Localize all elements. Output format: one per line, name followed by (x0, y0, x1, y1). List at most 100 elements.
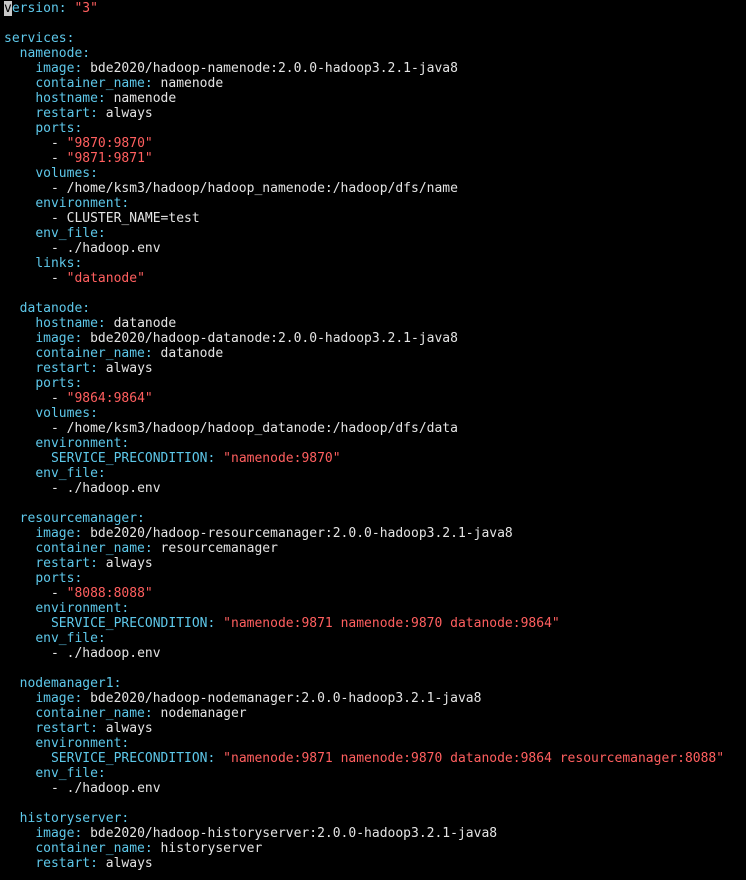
code-line[interactable]: - ./hadoop.env (4, 481, 746, 496)
yaml-key: volumes: (35, 406, 98, 421)
yaml-value (215, 616, 223, 631)
list-dash: - (50, 391, 67, 406)
code-line[interactable]: container_name: historyserver (4, 841, 746, 856)
code-line[interactable]: container_name: resourcemanager (4, 541, 746, 556)
yaml-string: "8088:8088" (66, 586, 153, 601)
list-dash: - (50, 421, 67, 436)
code-line[interactable]: image: bde2020/hadoop-namenode:2.0.0-had… (4, 61, 746, 76)
code-line[interactable]: volumes: (4, 406, 746, 421)
yaml-key: container_name: (35, 541, 153, 556)
yaml-string: "namenode:9871 namenode:9870 datanode:98… (223, 751, 725, 766)
code-line[interactable]: image: bde2020/hadoop-resourcemanager:2.… (4, 526, 746, 541)
yaml-key: container_name: (35, 346, 153, 361)
code-line[interactable] (4, 796, 746, 811)
list-dash: - (50, 586, 67, 601)
code-line[interactable]: - /home/ksm3/hadoop/hadoop_datanode:/had… (4, 421, 746, 436)
yaml-string: "datanode" (66, 271, 145, 286)
code-line[interactable] (4, 16, 746, 31)
list-dash: - (50, 271, 67, 286)
code-line[interactable] (4, 286, 746, 301)
code-line[interactable]: container_name: nodemanager (4, 706, 746, 721)
code-line[interactable]: - "8088:8088" (4, 586, 746, 601)
code-line[interactable]: restart: always (4, 361, 746, 376)
code-line[interactable]: container_name: namenode (4, 76, 746, 91)
yaml-key: volumes: (35, 166, 98, 181)
code-line[interactable]: - "datanode" (4, 271, 746, 286)
code-line[interactable]: restart: always (4, 106, 746, 121)
yaml-string: "9870:9870" (66, 136, 153, 151)
code-line[interactable]: - "9870:9870" (4, 136, 746, 151)
code-line[interactable]: env_file: (4, 766, 746, 781)
code-line[interactable]: environment: (4, 196, 746, 211)
code-line[interactable]: version: "3" (4, 1, 746, 16)
code-line[interactable]: namenode: (4, 46, 746, 61)
yaml-key: container_name: (35, 76, 153, 91)
code-line[interactable]: links: (4, 256, 746, 271)
code-line[interactable]: container_name: datanode (4, 346, 746, 361)
code-line[interactable]: environment: (4, 601, 746, 616)
code-line[interactable] (4, 661, 746, 676)
code-line[interactable]: image: bde2020/hadoop-nodemanager:2.0.0-… (4, 691, 746, 706)
code-line[interactable]: environment: (4, 736, 746, 751)
yaml-key: image: (35, 826, 83, 841)
code-line[interactable]: SERVICE_PRECONDITION: "namenode:9871 nam… (4, 751, 746, 766)
yaml-key: resourcemanager: (19, 511, 145, 526)
yaml-key: SERVICE_PRECONDITION: (50, 616, 216, 631)
code-line[interactable]: - "9864:9864" (4, 391, 746, 406)
code-line[interactable]: restart: always (4, 856, 746, 871)
code-line[interactable]: - ./hadoop.env (4, 646, 746, 661)
yaml-value: ./hadoop.env (66, 481, 161, 496)
yaml-value: always (97, 721, 153, 736)
code-line[interactable]: SERVICE_PRECONDITION: "namenode:9871 nam… (4, 616, 746, 631)
yaml-key: restart: (35, 556, 98, 571)
code-line[interactable]: restart: always (4, 556, 746, 571)
yaml-key: datanode: (19, 301, 91, 316)
code-line[interactable]: - "9871:9871" (4, 151, 746, 166)
yaml-key: image: (35, 691, 83, 706)
code-line[interactable]: nodemanager1: (4, 676, 746, 691)
code-line[interactable]: ports: (4, 121, 746, 136)
code-line[interactable]: SERVICE_PRECONDITION: "namenode:9870" (4, 451, 746, 466)
yaml-value (215, 751, 223, 766)
code-line[interactable]: - CLUSTER_NAME=test (4, 211, 746, 226)
code-line[interactable]: - ./hadoop.env (4, 241, 746, 256)
yaml-string: "namenode:9870" (223, 451, 341, 466)
code-line[interactable]: env_file: (4, 226, 746, 241)
terminal-editor[interactable]: version: "3" services: namenode: image: b… (4, 1, 746, 871)
code-line[interactable]: environment: (4, 436, 746, 451)
code-line[interactable]: - ./hadoop.env (4, 781, 746, 796)
code-line[interactable]: datanode: (4, 301, 746, 316)
code-line[interactable]: env_file: (4, 466, 746, 481)
code-line[interactable]: volumes: (4, 166, 746, 181)
yaml-value: bde2020/hadoop-resourcemanager:2.0.0-had… (82, 526, 513, 541)
code-line[interactable]: env_file: (4, 631, 746, 646)
code-line[interactable]: services: (4, 31, 746, 46)
yaml-value: CLUSTER_NAME=test (66, 211, 200, 226)
code-line[interactable]: restart: always (4, 721, 746, 736)
yaml-key: container_name: (35, 706, 153, 721)
code-line[interactable] (4, 496, 746, 511)
code-line[interactable]: ports: (4, 376, 746, 391)
code-line[interactable]: historyserver: (4, 811, 746, 826)
code-line[interactable]: image: bde2020/hadoop-historyserver:2.0.… (4, 826, 746, 841)
code-line[interactable]: image: bde2020/hadoop-datanode:2.0.0-had… (4, 331, 746, 346)
code-line[interactable]: hostname: datanode (4, 316, 746, 331)
yaml-key: hostname: (35, 316, 106, 331)
code-line[interactable]: - /home/ksm3/hadoop/hadoop_namenode:/had… (4, 181, 746, 196)
code-line[interactable]: resourcemanager: (4, 511, 746, 526)
code-line[interactable]: ports: (4, 571, 746, 586)
code-line[interactable]: hostname: namenode (4, 91, 746, 106)
yaml-string: "3" (74, 1, 98, 16)
